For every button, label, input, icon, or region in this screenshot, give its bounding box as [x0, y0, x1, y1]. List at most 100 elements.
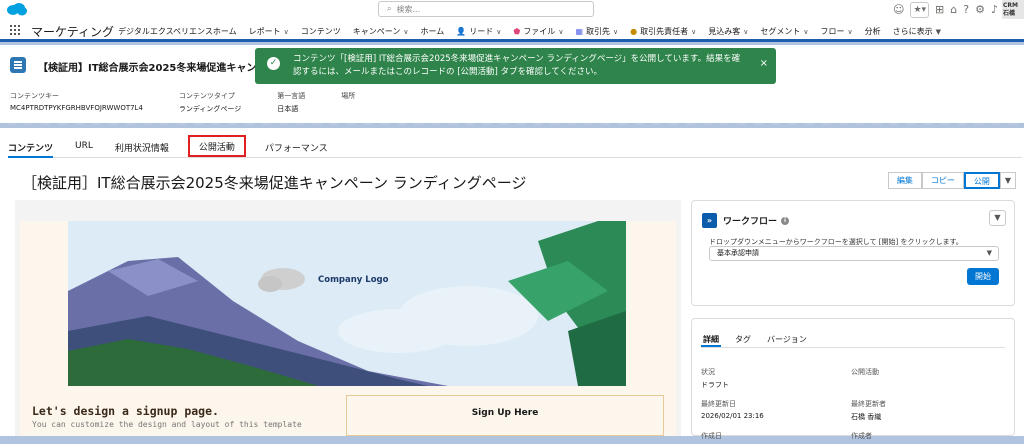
nav-item-label: 見込み客 [708, 27, 741, 36]
page-title: ［検証用］IT総合展示会2025冬来場促進キャンペーン ランディングページ [22, 174, 527, 192]
detail-created-date: 作成日 [701, 431, 722, 444]
chevron-down-icon[interactable]: ∨ [803, 28, 808, 36]
nav-item-label: ホーム [420, 27, 445, 36]
tab-versions[interactable]: バージョン [765, 334, 809, 347]
nav-item[interactable]: 分析 [865, 26, 881, 37]
publish-button[interactable]: 公開 [963, 172, 1000, 189]
detail-created-by: 作成者 [851, 431, 872, 444]
workflow-select-value: 基本承認申請 [717, 249, 759, 257]
field-content-key: コンテンツキー MC4PTRDTPYKFGRHBVFOJRWWOT7L4 [10, 91, 143, 114]
tab-content[interactable]: コンテンツ [8, 138, 54, 158]
setup-gear-icon[interactable]: ⚙ [975, 3, 985, 17]
nav-item-label: さらに表示 [892, 27, 933, 36]
content-record-icon [10, 57, 26, 73]
nav-item[interactable]: デジタルエクスペリエンスホーム [118, 26, 237, 37]
field-value: ランディングページ [178, 105, 242, 113]
notifications-bell-icon[interactable]: ♪ [991, 3, 998, 17]
tab-url[interactable]: URL [75, 138, 93, 158]
chevron-down-icon[interactable]: ∨ [847, 28, 852, 36]
tab-performance[interactable]: パフォーマンス [265, 138, 328, 158]
tab-usage[interactable]: 利用状況情報 [115, 138, 169, 158]
workflow-icon: » [702, 213, 717, 228]
details-card: 詳細 タグ バージョン 状況 ドラフト 公開活動 最終更新日 2026/02/0… [691, 318, 1015, 440]
field-label: 最終更新者 [851, 400, 886, 408]
chevron-down-icon[interactable]: ∨ [743, 28, 748, 36]
app-launcher-icon[interactable] [10, 25, 20, 35]
record-tabs: コンテンツ URL 利用状況情報 公開活動 パフォーマンス [8, 135, 1022, 158]
chevron-down-icon[interactable]: ∨ [558, 28, 563, 36]
detail-last-modified-by: 最終更新者 石橋 香織 [851, 399, 886, 422]
nav-item-label: デジタルエクスペリエンスホーム [118, 27, 237, 36]
field-value: ドラフト [701, 381, 729, 389]
start-button[interactable]: 開始 [967, 268, 999, 285]
nav-item[interactable]: ホーム [421, 26, 445, 37]
close-icon[interactable]: × [760, 57, 768, 70]
search-placeholder: 検索... [396, 4, 421, 14]
workflow-title: ワークフロー [723, 217, 778, 227]
success-check-icon: ✓ [267, 57, 280, 70]
nav-item[interactable]: キャンペーン ∨ [353, 26, 409, 37]
lead-icon: 👤 [456, 27, 467, 36]
toast-message-line1: コンテンツ「[検証用] IT総合展示会2025冬来場促進キャンペーン ランディン… [293, 54, 741, 64]
nav-item[interactable]: ● 取引先責任者 ∨ [630, 26, 696, 37]
nav-item[interactable]: ▦ 取引先 ∨ [575, 26, 618, 37]
nav-item[interactable]: 👤 リード ∨ [456, 26, 501, 37]
chevron-down-icon[interactable]: ∨ [613, 28, 618, 36]
tab-tags[interactable]: タグ [733, 334, 753, 347]
chevron-down-icon[interactable]: ▼ [936, 28, 941, 36]
help-icon[interactable]: ? [963, 3, 969, 17]
workflow-card: » ワークフロー i ▼ ドロップダウンメニューからワークフローを選択して [開… [691, 200, 1015, 306]
field-label: コンテンツタイプ [178, 92, 235, 100]
global-search-input[interactable]: ⌕ 検索... [378, 1, 594, 17]
success-toast: ✓ コンテンツ「[検証用] IT総合展示会2025冬来場促進キャンペーン ランデ… [255, 48, 776, 84]
content-preview: Company Logo Let's design a signup page.… [15, 200, 681, 436]
field-label: 公開活動 [851, 368, 879, 376]
global-add-icon[interactable]: ⊞ [935, 3, 944, 17]
nav-item-label: リード [469, 27, 494, 36]
tab-publish-activity[interactable]: 公開活動 [187, 135, 246, 157]
nav-item[interactable]: 見込み客 ∨ [708, 26, 748, 37]
signup-form: Sign Up Here [346, 395, 664, 436]
field-content-type: コンテンツタイプ ランディングページ [179, 91, 241, 114]
chevron-down-icon[interactable]: ∨ [496, 28, 501, 36]
chevron-down-icon[interactable]: ▼ [989, 210, 1006, 226]
workflow-select[interactable]: 基本承認申請 ▼ [709, 246, 999, 261]
search-icon: ⌕ [387, 4, 392, 13]
nav-item-label: 取引先責任者 [640, 27, 689, 36]
nav-items: デジタルエクスペリエンスホーム レポート ∨ コンテンツ キャンペーン ∨ ホーム … [118, 26, 953, 37]
detail-publish-activity: 公開活動 [851, 367, 879, 380]
info-icon[interactable]: i [781, 216, 790, 225]
field-label: 作成日 [701, 432, 722, 440]
main-content: コンテンツ URL 利用状況情報 公開活動 パフォーマンス ［検証用］IT総合展… [0, 128, 1024, 440]
action-buttons: 編集 コピー 公開 ▼ [887, 172, 1016, 189]
field-value: 2026/02/01 23:16 [701, 412, 764, 420]
signup-headline: Let's design a signup page. [32, 404, 219, 418]
nav-item-label: セグメント [760, 27, 801, 36]
chevron-down-icon[interactable]: ∨ [284, 28, 289, 36]
nav-item[interactable]: ⬟ ファイル ∨ [513, 26, 563, 37]
tab-details[interactable]: 詳細 [701, 334, 721, 347]
nav-item-more[interactable]: さらに表示 ▼ [893, 26, 941, 37]
edit-button[interactable]: 編集 [887, 172, 922, 189]
nav-item[interactable]: コンテンツ [301, 26, 341, 37]
field-value[interactable]: 石橋 香織 [851, 412, 886, 422]
nav-item-label: コンテンツ [300, 27, 341, 36]
favorites-icon[interactable]: ★▾ [910, 2, 930, 18]
chevron-down-icon[interactable]: ▼ [999, 172, 1016, 189]
global-header: ⌕ 検索... ☺ ★▾ ⊞ ⌂ ? ⚙ ♪ CRM 石橋 [0, 0, 1024, 20]
nav-item[interactable]: セグメント ∨ [760, 26, 808, 37]
assistant-icon[interactable]: ☺ [893, 3, 904, 17]
nav-item[interactable]: フロー ∨ [820, 26, 852, 37]
salesforce-logo[interactable] [6, 2, 28, 17]
user-avatar[interactable]: CRM 石橋 [1002, 0, 1024, 19]
copy-button[interactable]: コピー [921, 172, 964, 189]
toast-message-line2: 認するには、メールまたはこのレコードの [公開活動] タブを確認してください。 [293, 67, 603, 77]
chevron-down-icon[interactable]: ∨ [403, 28, 408, 36]
nav-item[interactable]: レポート ∨ [249, 26, 289, 37]
chevron-down-icon: ▼ [986, 249, 992, 257]
chevron-down-icon[interactable]: ∨ [691, 28, 696, 36]
field-label: 作成者 [851, 432, 872, 440]
file-icon: ⬟ [513, 27, 521, 36]
trailhead-icon[interactable]: ⌂ [950, 3, 957, 17]
hero-illustration [68, 221, 626, 386]
